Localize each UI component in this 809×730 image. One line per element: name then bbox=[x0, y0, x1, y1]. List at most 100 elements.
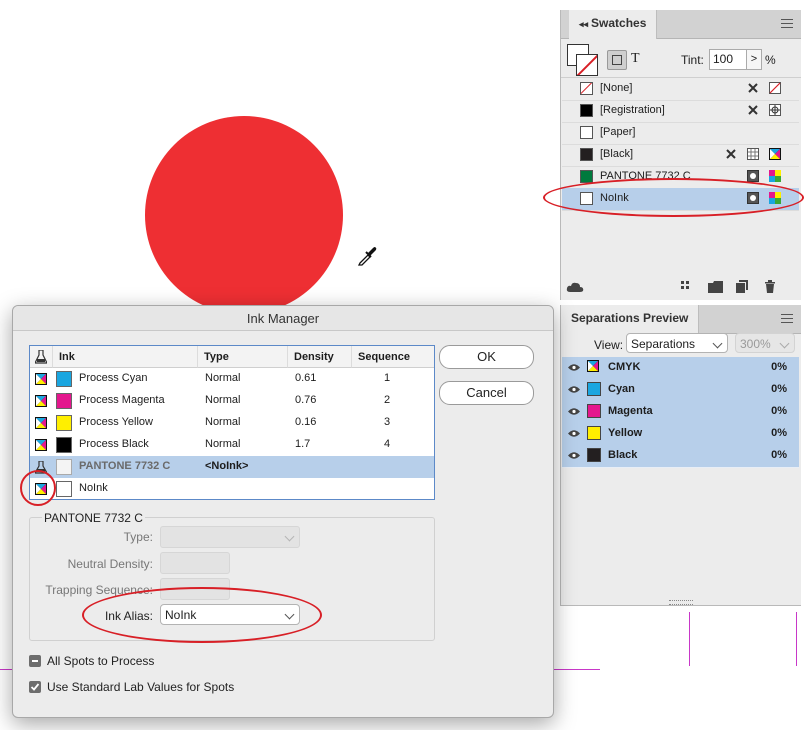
separations-tabbar: Separations Preview bbox=[561, 305, 801, 334]
separation-row[interactable]: Yellow 0% bbox=[562, 423, 799, 446]
process-ink-icon[interactable] bbox=[35, 373, 47, 385]
eye-icon[interactable] bbox=[568, 429, 580, 438]
col-sequence-header[interactable]: Sequence bbox=[352, 346, 434, 368]
swatch-name: [Black] bbox=[600, 148, 634, 160]
swatches-tab[interactable]: ◂◂ Swatches bbox=[569, 10, 658, 39]
ink-table: Ink Type Density Sequence Process Cyan No… bbox=[29, 345, 435, 500]
neutral-density-label: Neutral Density: bbox=[67, 557, 153, 571]
swatch-row[interactable]: [Paper] bbox=[562, 122, 799, 145]
separation-row[interactable]: CMYK 0% bbox=[562, 357, 799, 380]
lab-values-label[interactable]: Use Standard Lab Values for Spots bbox=[47, 680, 234, 694]
ink-name: PANTONE 7732 C bbox=[79, 460, 171, 472]
ink-density: 0.61 bbox=[295, 372, 317, 384]
container-format-button[interactable] bbox=[607, 50, 627, 70]
ink-row[interactable]: PANTONE 7732 C <NoInk> bbox=[30, 456, 434, 478]
chevron-down-icon bbox=[779, 338, 790, 349]
magenta-guide-vertical-2 bbox=[796, 612, 797, 666]
eye-icon[interactable] bbox=[568, 363, 580, 372]
col-type-header[interactable]: Type bbox=[198, 346, 288, 368]
swatch-row[interactable]: [Registration] bbox=[562, 100, 799, 123]
lab-values-checkbox[interactable] bbox=[29, 681, 41, 693]
eyedropper-icon bbox=[357, 247, 377, 266]
separation-name: CMYK bbox=[608, 361, 641, 373]
highlight-ellipse-ink-alias bbox=[82, 587, 322, 643]
ink-type: Normal bbox=[205, 416, 241, 428]
process-ink-icon[interactable] bbox=[35, 395, 47, 407]
separation-row[interactable]: Magenta 0% bbox=[562, 401, 799, 424]
new-color-group-icon[interactable] bbox=[708, 281, 723, 293]
tint-unit: % bbox=[765, 53, 776, 67]
swatch-row[interactable]: [None] bbox=[562, 78, 799, 101]
ink-row[interactable]: NoInk bbox=[30, 478, 434, 500]
ok-button[interactable]: OK bbox=[439, 345, 534, 369]
separations-menu-icon[interactable] bbox=[781, 314, 793, 324]
separation-row[interactable]: Cyan 0% bbox=[562, 379, 799, 402]
eye-icon[interactable] bbox=[568, 451, 580, 460]
ink-density: 1.7 bbox=[295, 438, 311, 450]
swatches-bottom-toolbar bbox=[561, 278, 801, 298]
panel-menu-icon[interactable] bbox=[781, 19, 793, 29]
ink-row[interactable]: Process Yellow Normal 0.16 3 bbox=[30, 412, 434, 434]
ink-row[interactable]: Process Magenta Normal 0.76 2 bbox=[30, 390, 434, 412]
neutral-density-field bbox=[160, 552, 230, 574]
ink-type: Normal bbox=[205, 394, 241, 406]
col-density-header[interactable]: Density bbox=[288, 346, 352, 368]
ink-sequence: 4 bbox=[384, 438, 391, 450]
spot-color-icon bbox=[747, 170, 759, 182]
separation-row[interactable]: Black 0% bbox=[562, 445, 799, 468]
type-label: Type: bbox=[123, 530, 153, 544]
swatch-name: [Registration] bbox=[600, 104, 665, 116]
new-swatch-icon[interactable] bbox=[736, 280, 748, 293]
separation-chip bbox=[587, 448, 601, 462]
ink-type: Normal bbox=[205, 372, 241, 384]
ink-color-chip bbox=[56, 415, 72, 431]
cancel-button[interactable]: Cancel bbox=[439, 381, 534, 405]
view-select-value: Separations bbox=[631, 337, 696, 351]
col-ink-header[interactable]: Ink bbox=[53, 346, 198, 368]
highlight-ellipse-noink-icon bbox=[20, 470, 56, 506]
none-icon bbox=[769, 82, 781, 94]
registration-icon bbox=[769, 104, 781, 116]
view-select[interactable]: Separations bbox=[626, 333, 728, 353]
fill-stroke-icon[interactable] bbox=[567, 44, 598, 76]
tint-label: Tint: bbox=[681, 53, 704, 67]
separations-list: CMYK 0% Cyan 0% Magenta 0% Yellow 0% Black 0% bbox=[561, 357, 801, 469]
separation-name: Magenta bbox=[608, 405, 653, 417]
separation-percent: 0% bbox=[771, 383, 787, 395]
swatch-row[interactable]: [Black] bbox=[562, 144, 799, 167]
ink-color-chip bbox=[56, 371, 72, 387]
swatches-panel: ◂◂ Swatches T Tint: 100 > % [None] [Regist… bbox=[560, 10, 801, 300]
tint-input[interactable]: 100 bbox=[709, 49, 748, 70]
zoom-select[interactable]: 300% bbox=[735, 333, 795, 353]
collapse-icon: ◂◂ bbox=[579, 19, 589, 29]
eye-icon[interactable] bbox=[568, 407, 580, 416]
col-ink-type-icon-header bbox=[30, 346, 53, 368]
process-ink-icon[interactable] bbox=[35, 417, 47, 429]
tint-stepper-button[interactable]: > bbox=[746, 49, 762, 70]
resize-grip-icon[interactable] bbox=[669, 600, 693, 605]
ink-row[interactable]: Process Cyan Normal 0.61 1 bbox=[30, 368, 434, 390]
swatch-chip bbox=[580, 82, 593, 95]
ink-color-chip bbox=[56, 481, 72, 497]
spot-ink-icon bbox=[35, 350, 47, 364]
process-ink-icon[interactable] bbox=[35, 439, 47, 451]
cloud-libraries-icon[interactable] bbox=[566, 280, 584, 294]
separations-tab[interactable]: Separations Preview bbox=[561, 305, 700, 334]
all-spots-label[interactable]: All Spots to Process bbox=[47, 654, 154, 668]
ink-name: Process Cyan bbox=[79, 372, 148, 384]
separation-chip bbox=[587, 404, 601, 418]
dialog-titlebar[interactable]: Ink Manager bbox=[13, 306, 553, 331]
delete-swatch-icon[interactable] bbox=[764, 280, 776, 293]
text-format-button[interactable]: T bbox=[631, 51, 640, 67]
highlight-ellipse-noink-swatch bbox=[543, 178, 804, 217]
red-circle-shape[interactable] bbox=[145, 116, 343, 314]
separation-percent: 0% bbox=[771, 449, 787, 461]
all-spots-checkbox[interactable] bbox=[29, 655, 41, 667]
eye-icon[interactable] bbox=[568, 385, 580, 394]
ink-name: Process Magenta bbox=[79, 394, 165, 406]
ink-row[interactable]: Process Black Normal 1.7 4 bbox=[30, 434, 434, 456]
show-swatch-views-icon[interactable] bbox=[681, 281, 695, 293]
no-edit-icon bbox=[725, 148, 737, 160]
ink-type: <NoInk> bbox=[205, 460, 249, 472]
ink-manager-dialog: Ink Manager Ink Type Density Sequence Pr… bbox=[12, 305, 554, 718]
